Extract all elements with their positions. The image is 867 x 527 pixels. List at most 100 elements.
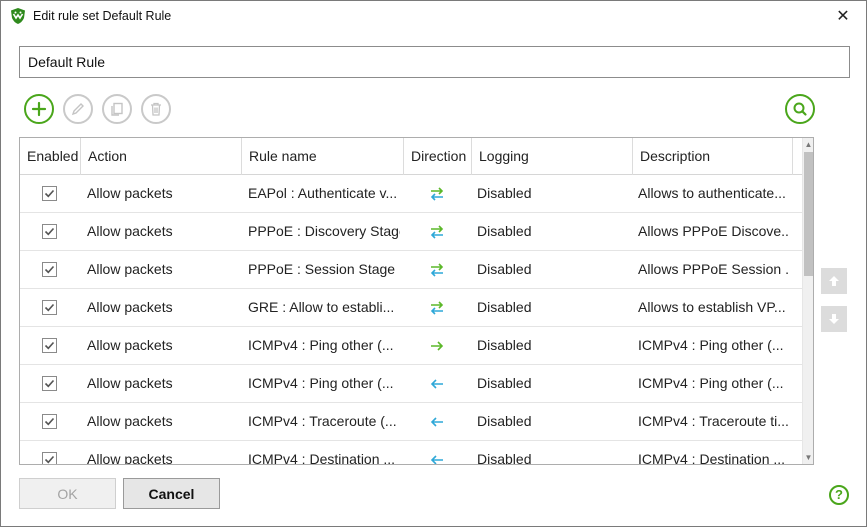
enabled-checkbox[interactable] <box>42 186 57 201</box>
enabled-checkbox[interactable] <box>42 414 57 429</box>
column-header-enabled[interactable]: Enabled <box>20 138 81 175</box>
checkmark-icon <box>44 417 55 426</box>
edit-icon <box>71 103 84 116</box>
action-cell: Allow packets <box>87 261 173 277</box>
enabled-checkbox[interactable] <box>42 262 57 277</box>
description-cell: Allows PPPoE Discove... <box>638 223 788 239</box>
checkmark-icon <box>44 455 55 464</box>
column-header-logging[interactable]: Logging <box>472 138 633 175</box>
column-header-action[interactable]: Action <box>81 138 242 175</box>
action-cell: Allow packets <box>87 223 173 239</box>
column-header-rule-name[interactable]: Rule name <box>242 138 404 175</box>
direction-both-icon <box>428 261 446 279</box>
rule-name-cell: ICMPv4 : Ping other (... <box>248 375 394 391</box>
add-rule-button[interactable] <box>24 94 54 124</box>
direction-both-icon <box>428 223 446 241</box>
logging-cell: Disabled <box>477 451 532 465</box>
logging-cell: Disabled <box>477 223 532 239</box>
move-down-button[interactable] <box>821 306 847 332</box>
enabled-checkbox[interactable] <box>42 224 57 239</box>
description-cell: ICMPv4 : Traceroute ti... <box>638 413 788 429</box>
action-cell: Allow packets <box>87 185 173 201</box>
add-icon <box>31 101 47 117</box>
enabled-checkbox[interactable] <box>42 452 57 464</box>
logging-cell: Disabled <box>477 337 532 353</box>
column-header-direction[interactable]: Direction <box>404 138 472 175</box>
rules-table: Enabled Action Rule name Direction Loggi… <box>19 137 814 465</box>
checkmark-icon <box>44 227 55 236</box>
scroll-down-icon[interactable]: ▼ <box>804 453 813 462</box>
table-row[interactable]: Allow packets PPPoE : Session Stage Disabl… <box>20 251 802 289</box>
close-icon: ✕ <box>836 8 850 25</box>
delete-icon <box>151 102 161 116</box>
logging-cell: Disabled <box>477 261 532 277</box>
logging-cell: Disabled <box>477 375 532 391</box>
delete-rule-button[interactable] <box>141 94 171 124</box>
close-button[interactable]: ✕ <box>820 1 866 31</box>
move-up-button[interactable] <box>821 268 847 294</box>
app-logo-icon <box>11 8 25 24</box>
description-cell: Allows to authenticate... <box>638 185 786 201</box>
table-row[interactable]: Allow packets ICMPv4 : Ping other (... Dis… <box>20 327 802 365</box>
table-body: Allow packets EAPol : Authenticate v... Di… <box>20 175 802 465</box>
direction-both-icon <box>428 185 446 203</box>
cancel-button[interactable]: Cancel <box>123 478 220 509</box>
direction-in-icon <box>428 375 446 393</box>
rule-name-cell: PPPoE : Session Stage <box>248 261 396 277</box>
action-cell: Allow packets <box>87 451 173 465</box>
enabled-checkbox[interactable] <box>42 376 57 391</box>
search-icon <box>793 102 807 116</box>
table-row[interactable]: Allow packets EAPol : Authenticate v... Di… <box>20 175 802 213</box>
checkmark-icon <box>44 379 55 388</box>
checkmark-icon <box>44 303 55 312</box>
checkmark-icon <box>44 341 55 350</box>
rule-name-cell: ICMPv4 : Ping other (... <box>248 337 394 353</box>
enabled-checkbox[interactable] <box>42 300 57 315</box>
window-title: Edit rule set Default Rule <box>33 9 172 23</box>
direction-out-icon <box>428 337 446 355</box>
edit-rule-button[interactable] <box>63 94 93 124</box>
table-scrollbar[interactable]: ▲ ▼ <box>802 138 813 464</box>
help-icon[interactable]: ? <box>829 485 849 505</box>
action-cell: Allow packets <box>87 299 173 315</box>
description-cell: Allows PPPoE Session ... <box>638 261 788 277</box>
rule-set-name-input[interactable] <box>19 46 850 78</box>
column-header-description[interactable]: Description <box>633 138 793 175</box>
rule-name-cell: ICMPv4 : Destination ... <box>248 451 396 465</box>
edit-rule-set-dialog: Edit rule set Default Rule ✕ Default Rul… <box>0 0 867 527</box>
copy-icon <box>111 102 123 116</box>
description-cell: ICMPv4 : Destination ... <box>638 451 786 465</box>
checkmark-icon <box>44 265 55 274</box>
rule-name-cell: EAPol : Authenticate v... <box>248 185 398 201</box>
rule-name-cell: PPPoE : Discovery Stage <box>248 223 400 239</box>
action-cell: Allow packets <box>87 375 173 391</box>
rule-name-cell: GRE : Allow to establi... <box>248 299 395 315</box>
title-bar: Edit rule set Default Rule ✕ <box>1 1 866 31</box>
copy-rule-button[interactable] <box>102 94 132 124</box>
rule-name-cell: ICMPv4 : Traceroute (... <box>248 413 397 429</box>
description-cell: ICMPv4 : Ping other (... <box>638 337 784 353</box>
table-row[interactable]: Allow packets ICMPv4 : Destination ... Dis… <box>20 441 802 465</box>
action-cell: Allow packets <box>87 337 173 353</box>
scrollbar-thumb[interactable] <box>804 152 813 276</box>
arrow-down-icon <box>829 314 839 324</box>
scroll-up-icon[interactable]: ▲ <box>804 140 813 149</box>
description-cell: Allows to establish VP... <box>638 299 786 315</box>
enabled-checkbox[interactable] <box>42 338 57 353</box>
table-row[interactable]: Allow packets PPPoE : Discovery Stage Disa… <box>20 213 802 251</box>
logging-cell: Disabled <box>477 413 532 429</box>
table-row[interactable]: Allow packets ICMPv4 : Ping other (... Dis… <box>20 365 802 403</box>
logging-cell: Disabled <box>477 185 532 201</box>
table-header: Enabled Action Rule name Direction Loggi… <box>20 138 813 175</box>
table-row[interactable]: Allow packets GRE : Allow to establi... Di… <box>20 289 802 327</box>
direction-in-icon <box>428 413 446 431</box>
direction-both-icon <box>428 299 446 317</box>
direction-in-icon <box>428 451 446 464</box>
ok-button[interactable]: OK <box>19 478 116 509</box>
action-cell: Allow packets <box>87 413 173 429</box>
table-row[interactable]: Allow packets ICMPv4 : Traceroute (... Dis… <box>20 403 802 441</box>
description-cell: ICMPv4 : Ping other (... <box>638 375 784 391</box>
checkmark-icon <box>44 189 55 198</box>
arrow-up-icon <box>829 276 839 286</box>
search-rules-button[interactable] <box>785 94 815 124</box>
